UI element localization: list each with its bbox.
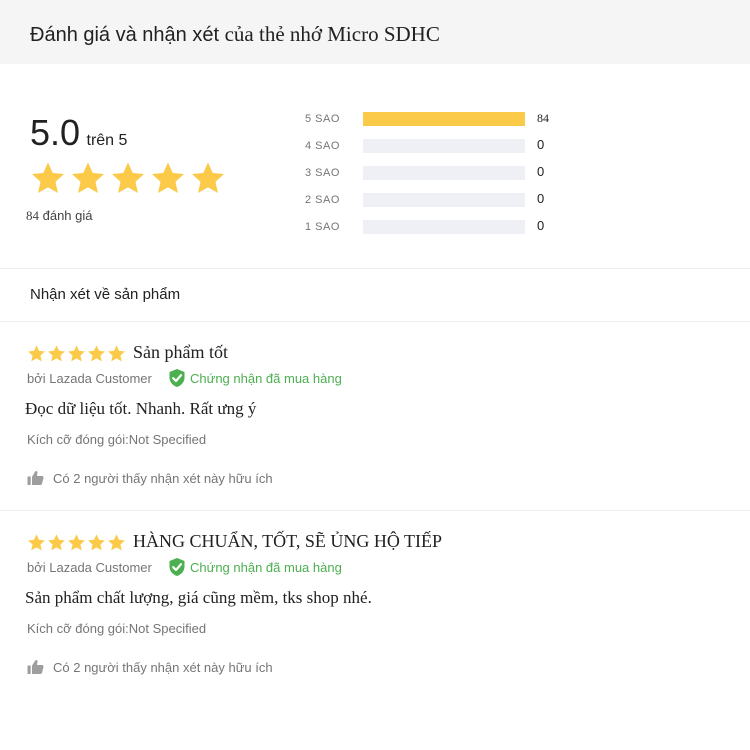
- thumbs-up-icon: [27, 659, 44, 674]
- star-icon: [108, 345, 125, 362]
- review-content: Đọc dữ liệu tốt. Nhanh. Rất ưng ý: [25, 399, 257, 418]
- rating-bar-row[interactable]: 1 SAO 0: [305, 216, 565, 243]
- rating-bar-label: 1 SAO: [305, 221, 340, 233]
- average-stars: [30, 160, 226, 196]
- thumbs-up-icon: [27, 470, 44, 485]
- review-item: Sản phẩm tốt bởi Lazada Customer Chứng n…: [0, 322, 750, 511]
- page-title-prefix: Đánh giá và nhận xét: [30, 24, 225, 46]
- rating-bar-track: [363, 166, 525, 180]
- panel-header: Đánh giá và nhận xét của thẻ nhớ Micro S…: [0, 0, 750, 64]
- rating-bar-count: 0: [537, 164, 545, 179]
- star-icon: [152, 162, 184, 193]
- reviews-section-header: Nhận xét về sản phẩm: [0, 269, 750, 322]
- star-icon: [32, 162, 64, 193]
- rating-bar-track: [363, 139, 525, 153]
- helpful-button[interactable]: Có 2 người thấy nhận xét này hữu ích: [27, 470, 273, 486]
- rating-summary: 5.0 trên 5 84 đánh giá 5 SAO 84 4 SAO 0 …: [0, 64, 750, 269]
- review-content: Sản phẩm chất lượng, giá cũng mềm, tks s…: [25, 588, 372, 607]
- reviews-section-title: Nhận xét về sản phẩm: [30, 286, 181, 303]
- review-title: HÀNG CHUẨN, TỐT, SẼ ỦNG HỘ TIẾP: [133, 531, 442, 551]
- review-sku-info: Kích cỡ đóng gói:Not Specified: [27, 432, 207, 447]
- rating-bar-row[interactable]: 5 SAO 84: [305, 108, 565, 135]
- review-stars: [27, 533, 126, 552]
- rating-bar-label: 2 SAO: [305, 194, 340, 206]
- rating-bar-label: 4 SAO: [305, 140, 340, 152]
- rating-bar-count: 84: [537, 111, 549, 125]
- rating-count: 84 đánh giá: [26, 208, 93, 224]
- rating-bar-count: 0: [537, 218, 545, 233]
- rating-bar-label: 3 SAO: [305, 167, 340, 179]
- star-icon: [112, 162, 144, 193]
- average-score: 5.0: [30, 112, 81, 153]
- shield-check-icon: [169, 369, 185, 387]
- average-rating: 5.0 trên 5: [30, 112, 127, 154]
- shield-check-icon: [169, 558, 185, 576]
- review-sku-info: Kích cỡ đóng gói:Not Specified: [27, 621, 207, 636]
- star-icon: [28, 534, 45, 551]
- review-item: HÀNG CHUẨN, TỐT, SẼ ỦNG HỘ TIẾP bởi Laza…: [0, 511, 750, 700]
- star-icon: [72, 162, 104, 193]
- rating-bar-track: [363, 193, 525, 207]
- helpful-count-text: Có 2 người thấy nhận xét này hữu ích: [53, 470, 273, 486]
- star-icon: [192, 162, 224, 193]
- rating-count-number: 84: [26, 208, 39, 223]
- rating-distribution: 5 SAO 84 4 SAO 0 3 SAO 0 2 SAO 0 1 SAO 0: [305, 108, 565, 243]
- rating-bar-fill: [363, 112, 525, 126]
- verified-purchase-badge: Chứng nhận đã mua hàng: [168, 368, 342, 388]
- helpful-count-text: Có 2 người thấy nhận xét này hữu ích: [53, 659, 273, 675]
- rating-bar-row[interactable]: 4 SAO 0: [305, 135, 565, 162]
- page-title: Đánh giá và nhận xét của thẻ nhớ Micro S…: [30, 22, 440, 47]
- rating-bar-track: [363, 220, 525, 234]
- rating-bar-track: [363, 112, 525, 126]
- verified-purchase-badge: Chứng nhận đã mua hàng: [168, 557, 342, 577]
- star-icon: [48, 534, 65, 551]
- star-icon: [48, 345, 65, 362]
- star-icon: [28, 345, 45, 362]
- verified-purchase-label: Chứng nhận đã mua hàng: [190, 370, 342, 386]
- star-icon: [88, 534, 105, 551]
- review-stars: [27, 344, 126, 363]
- star-icon: [88, 345, 105, 362]
- rating-bar-count: 0: [537, 137, 545, 152]
- verified-purchase-label: Chứng nhận đã mua hàng: [190, 559, 342, 575]
- review-author: bởi Lazada Customer: [27, 560, 152, 575]
- rating-bar-row[interactable]: 2 SAO 0: [305, 189, 565, 216]
- star-icon: [68, 345, 85, 362]
- star-icon: [68, 534, 85, 551]
- ratings-reviews-panel: Đánh giá và nhận xét của thẻ nhớ Micro S…: [0, 0, 750, 696]
- review-author: bởi Lazada Customer: [27, 371, 152, 386]
- page-title-product: của thẻ nhớ Micro SDHC: [224, 22, 440, 46]
- helpful-button[interactable]: Có 2 người thấy nhận xét này hữu ích: [27, 659, 273, 675]
- rating-bar-label: 5 SAO: [305, 113, 340, 125]
- rating-count-label: đánh giá: [39, 208, 93, 223]
- review-title: Sản phẩm tốt: [133, 342, 228, 362]
- star-icon: [108, 534, 125, 551]
- rating-bar-count: 0: [537, 191, 545, 206]
- average-out-of: trên 5: [86, 132, 128, 149]
- rating-bar-row[interactable]: 3 SAO 0: [305, 162, 565, 189]
